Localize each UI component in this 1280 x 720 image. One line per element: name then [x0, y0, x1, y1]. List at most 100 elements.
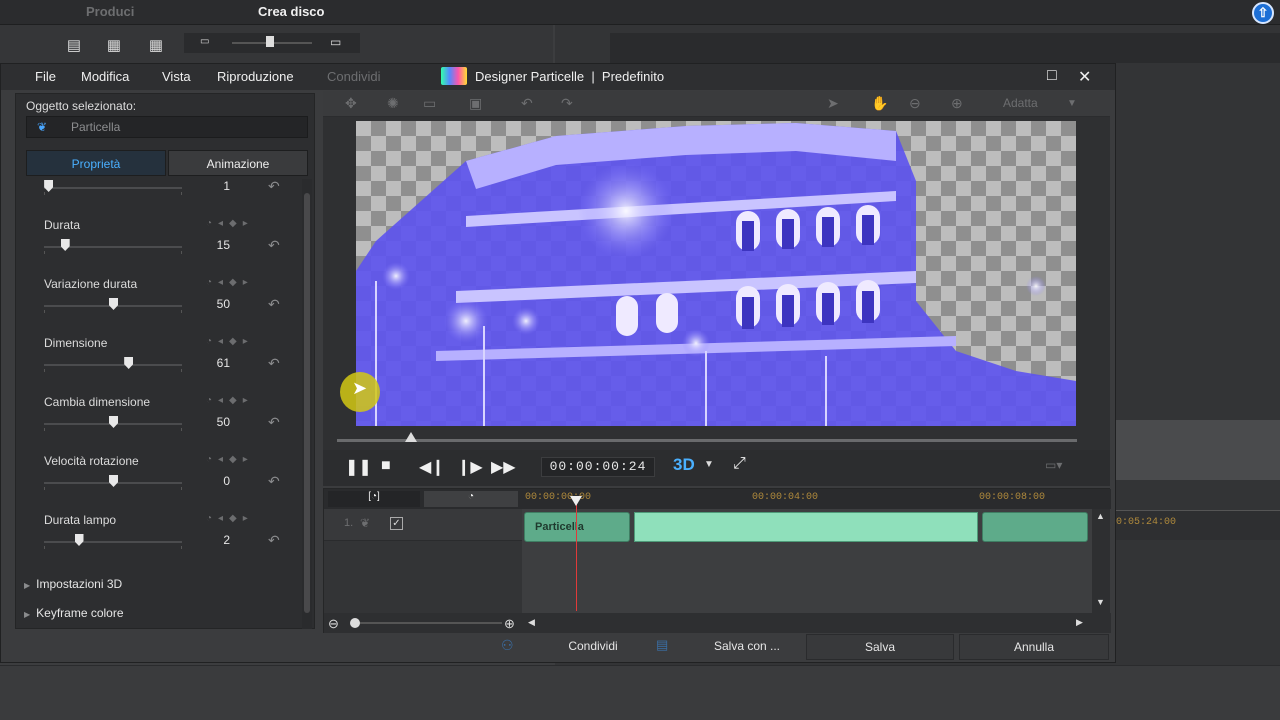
save-button[interactable]: Salva — [806, 634, 954, 660]
timeline-clip[interactable]: Particella — [524, 512, 630, 542]
stop-icon[interactable]: ■ — [381, 457, 391, 475]
property-slider-thumb[interactable] — [44, 180, 54, 192]
keyframe-controls-icon[interactable]: ◔◂◆▸ — [206, 218, 254, 229]
maximize-icon[interactable]: □ — [1047, 67, 1057, 85]
reset-icon[interactable]: ↶ — [268, 237, 280, 254]
property-value[interactable]: 61 — [194, 356, 230, 370]
add-particle-icon[interactable]: ✥ — [345, 95, 357, 112]
open-project-icon[interactable]: ▦ — [104, 36, 124, 54]
fit-zoom-select[interactable]: Adatta — [1003, 96, 1038, 110]
zoom-out-icon[interactable]: ⊖ — [909, 95, 921, 112]
property-value[interactable]: 1 — [194, 179, 230, 193]
keyframe-controls-icon[interactable]: ◔◂◆▸ — [206, 454, 254, 465]
menu-modifica[interactable]: Modifica — [81, 69, 129, 84]
zoom-in-icon[interactable]: ⊕ — [951, 95, 963, 112]
chevron-down-icon[interactable]: ▼ — [704, 459, 714, 470]
property-slider-thumb[interactable] — [109, 416, 118, 428]
chevron-down-icon[interactable]: ▼ — [1067, 98, 1077, 109]
timeline-zoom-track[interactable] — [352, 622, 502, 624]
property-value[interactable]: 50 — [194, 415, 230, 429]
cancel-button[interactable]: Annulla — [959, 634, 1109, 660]
pause-icon[interactable]: ❚❚ — [345, 457, 372, 477]
add-emitter-icon[interactable]: ✺ — [387, 95, 399, 112]
keyframe-controls-icon[interactable]: ◔◂◆▸ — [206, 513, 254, 524]
background-toolbar: ▤ ▦ ▦ ▭ ▭ — [0, 25, 553, 63]
tab-properties[interactable]: Proprietà — [26, 150, 166, 176]
timeline-clip-middle[interactable] — [634, 512, 978, 542]
track-visibility-checkbox[interactable]: ✓ — [390, 517, 403, 530]
property-value[interactable]: 50 — [194, 297, 230, 311]
add-object-icon[interactable]: ▭ — [423, 95, 436, 112]
background-icon[interactable]: ▣ — [469, 95, 482, 112]
new-project-icon[interactable]: ▤ — [64, 36, 84, 54]
scroll-up-icon[interactable]: ▲ — [1096, 511, 1105, 521]
property-slider-thumb[interactable] — [74, 534, 84, 546]
property-slider-track[interactable] — [44, 541, 182, 543]
fast-forward-icon[interactable]: ▶▶ — [491, 457, 516, 477]
playhead[interactable] — [576, 499, 577, 611]
reset-icon[interactable]: ↶ — [268, 179, 280, 195]
tab-crea-disco[interactable]: Crea disco — [258, 4, 324, 19]
property-slider-thumb[interactable] — [60, 239, 70, 251]
keyframe-controls-icon[interactable]: ◔◂◆▸ — [206, 395, 254, 406]
timeline-keyframe-button[interactable]: ◔ — [424, 491, 518, 507]
share-button[interactable]: Condividi — [533, 634, 653, 660]
select-icon[interactable]: ➤ — [827, 95, 839, 112]
scroll-down-icon[interactable]: ▼ — [1096, 597, 1105, 607]
reset-icon[interactable]: ↶ — [268, 296, 280, 313]
reset-icon[interactable]: ↶ — [268, 532, 280, 549]
property-value[interactable]: 15 — [194, 238, 230, 252]
timeline-scrollbar[interactable]: ▲ ▼ — [1092, 509, 1110, 613]
keyframe-controls-icon[interactable]: ◔◂◆▸ — [206, 336, 254, 347]
display-options-icon[interactable]: ▭▾ — [1045, 458, 1062, 472]
tab-produci[interactable]: Produci — [86, 4, 134, 19]
menu-riproduzione[interactable]: Riproduzione — [217, 69, 294, 84]
grid-view-icon[interactable]: ▦ — [146, 36, 166, 54]
menu-condividi[interactable]: Condividi — [327, 69, 380, 84]
reset-icon[interactable]: ↶ — [268, 355, 280, 372]
menu-file[interactable]: File — [35, 69, 56, 84]
timeline-zoom-knob[interactable] — [350, 618, 360, 628]
close-icon[interactable]: ✕ — [1078, 67, 1091, 87]
upgrade-icon[interactable]: ⇧ — [1252, 2, 1274, 24]
property-row: 1 ↶ — [18, 179, 298, 218]
undo-icon[interactable]: ↶ — [521, 95, 533, 112]
previous-frame-icon[interactable]: ◀❙ — [419, 457, 445, 477]
timeline-clip-end[interactable] — [982, 512, 1088, 542]
scrollbar-thumb[interactable] — [304, 193, 310, 613]
tab-animation[interactable]: Animazione — [168, 150, 308, 176]
selected-object-field[interactable]: ❦ Particella — [26, 116, 308, 138]
timecode-display[interactable]: 00:00:00:24 — [541, 457, 655, 477]
scroll-left-icon[interactable]: ◀ — [528, 617, 535, 628]
keyframe-controls-icon[interactable]: ◔◂◆▸ — [206, 277, 254, 288]
next-frame-icon[interactable]: ❙▶ — [457, 457, 483, 477]
property-slider-thumb[interactable] — [109, 475, 118, 487]
zoom-slider[interactable]: ▭ ▭ — [184, 33, 360, 53]
fullscreen-icon[interactable]: ⤢ — [733, 455, 746, 473]
timeline-view-button[interactable]: [◔] — [328, 491, 420, 507]
property-value[interactable]: 2 — [194, 533, 230, 547]
section-3d-settings[interactable]: ▶ Impostazioni 3D — [24, 577, 122, 591]
playback-scrubber[interactable] — [337, 439, 1077, 442]
scroll-right-icon[interactable]: ▶ — [1076, 617, 1083, 628]
zoom-in-icon[interactable]: ⊕ — [504, 616, 515, 632]
zoom-thumb[interactable] — [266, 36, 274, 47]
redo-icon[interactable]: ↷ — [561, 95, 573, 112]
property-slider-track[interactable] — [44, 187, 182, 189]
menu-vista[interactable]: Vista — [162, 69, 191, 84]
properties-scrollbar[interactable] — [302, 179, 312, 629]
property-slider-track[interactable] — [44, 364, 182, 366]
preview-canvas[interactable] — [356, 121, 1076, 426]
zoom-out-icon[interactable]: ⊖ — [328, 616, 339, 632]
reset-icon[interactable]: ↶ — [268, 473, 280, 490]
scrubber-thumb[interactable] — [405, 432, 417, 442]
particle-designer-icon — [441, 67, 467, 85]
property-value[interactable]: 0 — [194, 474, 230, 488]
reset-icon[interactable]: ↶ — [268, 414, 280, 431]
hand-icon[interactable]: ✋ — [871, 95, 888, 112]
section-color-keyframes[interactable]: ▶ Keyframe colore — [24, 606, 124, 620]
property-slider-thumb[interactable] — [109, 298, 118, 310]
save-as-button[interactable]: Salva con ... — [687, 634, 807, 660]
3d-mode-button[interactable]: 3D — [673, 455, 695, 475]
property-slider-thumb[interactable] — [124, 357, 134, 369]
